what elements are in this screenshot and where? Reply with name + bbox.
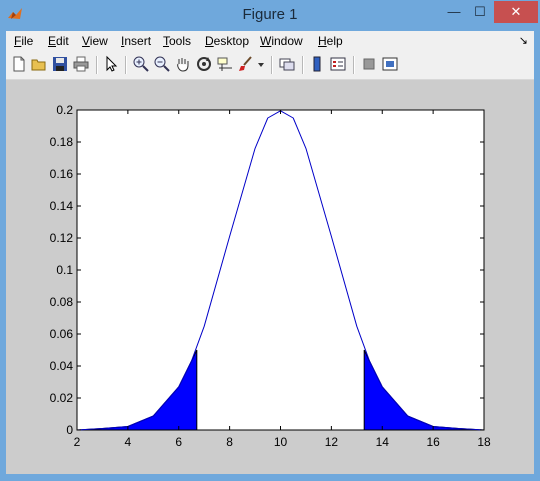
x-tick-label: 6	[175, 435, 182, 449]
link-plot-icon[interactable]	[278, 55, 296, 73]
y-tick-label: 0.02	[50, 391, 74, 405]
rotate-3d-icon[interactable]	[195, 55, 213, 73]
toolbar-separator	[125, 56, 127, 74]
show-plot-tools-icon[interactable]	[381, 55, 399, 73]
x-tick-label: 12	[325, 435, 339, 449]
brush-dropdown-icon[interactable]	[256, 55, 266, 73]
x-tick-label: 8	[226, 435, 233, 449]
data-cursor-icon[interactable]	[216, 55, 234, 73]
new-figure-icon[interactable]	[10, 55, 28, 73]
y-tick-label: 0.12	[50, 231, 74, 245]
hide-plot-tools-icon[interactable]	[360, 55, 378, 73]
x-tick-label: 14	[376, 435, 390, 449]
minimize-button[interactable]: —	[440, 1, 468, 23]
menu-tools[interactable]: Tools	[163, 34, 191, 48]
open-file-icon[interactable]	[30, 55, 48, 73]
legend-icon[interactable]	[329, 55, 347, 73]
x-tick-label: 4	[125, 435, 132, 449]
brush-icon[interactable]	[237, 55, 255, 73]
save-icon[interactable]	[51, 55, 69, 73]
y-tick-label: 0.1	[56, 263, 73, 277]
x-tick-label: 16	[426, 435, 440, 449]
zoom-in-icon[interactable]	[132, 55, 150, 73]
y-tick-label: 0.06	[50, 327, 74, 341]
y-tick-label: 0.04	[50, 359, 74, 373]
title-bar[interactable]: Figure 1 — ☐ ✕	[0, 0, 540, 30]
print-icon[interactable]	[72, 55, 90, 73]
y-tick-label: 0.2	[56, 103, 73, 117]
dock-arrow-icon[interactable]: ↘	[519, 34, 528, 47]
colorbar-icon[interactable]	[308, 55, 326, 73]
y-tick-label: 0	[66, 423, 73, 437]
menu-insert[interactable]: Insert	[121, 34, 151, 48]
pan-hand-icon[interactable]	[174, 55, 192, 73]
axes-background	[76, 109, 485, 431]
close-button[interactable]: ✕	[494, 1, 538, 23]
toolbar-separator	[271, 56, 273, 74]
plot-svg: 2 4 6 8 10 12 14 16 18 0 0.02 0.04 0.06 0.08 0.1 0.12 0…	[50, 103, 491, 449]
y-tick-label: 0.08	[50, 295, 74, 309]
figure-window: Figure 1 — ☐ ✕ File Edit View Insert Too…	[0, 0, 540, 481]
menu-desktop[interactable]: Desktop	[205, 34, 249, 48]
figure-canvas: 2 4 6 8 10 12 14 16 18 0 0.02 0.04 0.06 0.08 0.1 0.12 0…	[6, 80, 534, 474]
maximize-button[interactable]: ☐	[466, 1, 494, 23]
toolbar-separator	[302, 56, 304, 74]
menu-bar: File Edit View Insert Tools Desktop Wind…	[6, 31, 534, 51]
toolbar-separator	[353, 56, 355, 74]
menu-file[interactable]: File	[14, 34, 33, 48]
toolbar-separator	[96, 56, 98, 74]
edit-plot-arrow-icon[interactable]	[102, 55, 120, 73]
x-tick-label: 10	[274, 435, 288, 449]
x-tick-label: 2	[74, 435, 81, 449]
y-tick-label: 0.18	[50, 135, 74, 149]
y-tick-label: 0.14	[50, 199, 74, 213]
menu-view[interactable]: View	[82, 34, 108, 48]
figure-toolbar	[6, 51, 534, 80]
menu-window[interactable]: Window	[260, 34, 303, 48]
zoom-out-icon[interactable]	[153, 55, 171, 73]
menu-help[interactable]: Help	[318, 34, 343, 48]
menu-edit[interactable]: Edit	[48, 34, 69, 48]
x-tick-label: 18	[477, 435, 491, 449]
y-tick-label: 0.16	[50, 167, 74, 181]
